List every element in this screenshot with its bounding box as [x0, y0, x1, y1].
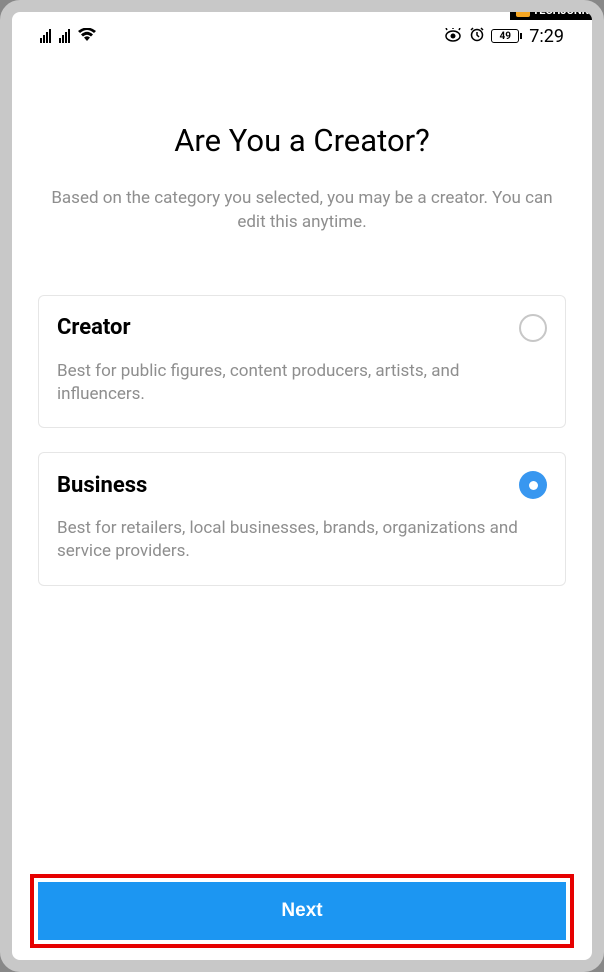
status-bar: 49 7:29 [12, 12, 592, 52]
alarm-icon [469, 26, 485, 46]
watermark-label: TECHJUNKIE [532, 4, 598, 17]
page-title: Are You a Creator? [38, 122, 566, 159]
phone-frame: TJ TECHJUNKIE 49 7:29 Are You a [0, 0, 604, 972]
watermark: TJ TECHJUNKIE [510, 0, 604, 20]
next-button[interactable]: Next [38, 882, 566, 940]
status-left [40, 27, 96, 46]
radio-business[interactable] [519, 471, 547, 499]
option-business-header: Business [57, 471, 547, 499]
wifi-icon [78, 27, 96, 46]
option-creator-title: Creator [57, 315, 131, 340]
page-subtitle: Based on the category you selected, you … [38, 187, 566, 235]
option-business-description: Best for retailers, local businesses, br… [57, 517, 547, 563]
battery-icon: 49 [491, 29, 519, 43]
option-business[interactable]: Business Best for retailers, local busin… [38, 452, 566, 586]
option-creator[interactable]: Creator Best for public figures, content… [38, 295, 566, 429]
option-business-title: Business [57, 473, 147, 498]
next-button-highlight: Next [30, 874, 574, 948]
status-time: 7:29 [529, 26, 564, 47]
option-creator-description: Best for public figures, content produce… [57, 360, 547, 406]
eye-icon [443, 27, 463, 46]
watermark-icon: TJ [516, 3, 530, 17]
radio-creator[interactable] [519, 314, 547, 342]
signal-icon-2 [59, 29, 70, 43]
status-right: 49 7:29 [443, 26, 564, 47]
option-creator-header: Creator [57, 314, 547, 342]
signal-icon-1 [40, 29, 51, 43]
content-area: Are You a Creator? Based on the category… [12, 52, 592, 586]
